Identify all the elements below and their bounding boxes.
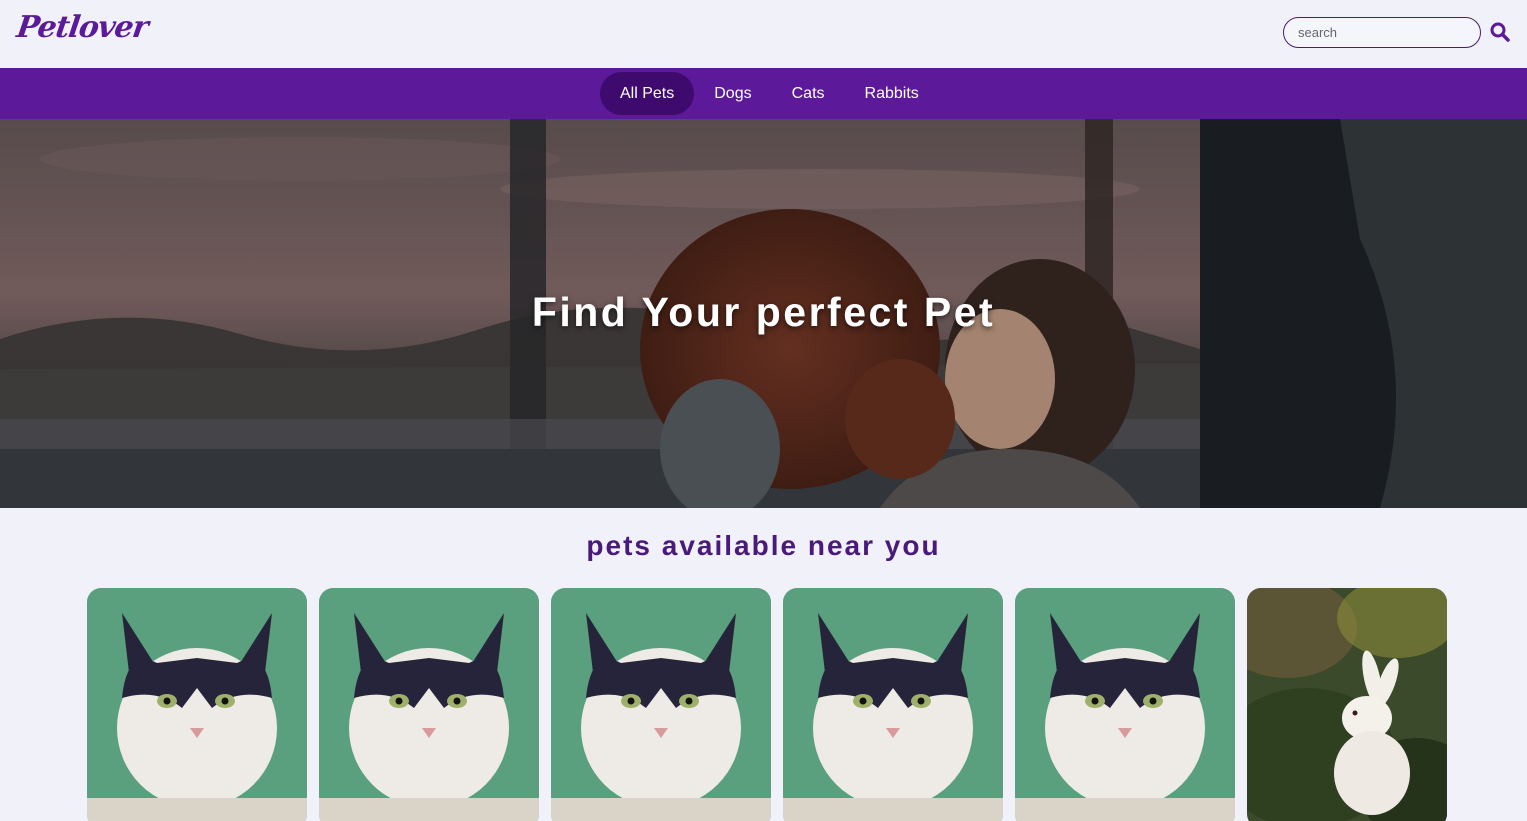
- nav-item-cats[interactable]: Cats: [772, 72, 845, 115]
- nav-item-all-pets[interactable]: All Pets: [600, 72, 695, 115]
- pet-image: [783, 588, 1003, 821]
- pet-card[interactable]: [87, 588, 307, 821]
- nav-item-rabbits[interactable]: Rabbits: [845, 72, 939, 115]
- search-button[interactable]: [1489, 21, 1511, 43]
- hero-title: Find Your perfect Pet: [531, 289, 996, 335]
- pet-card[interactable]: [1247, 588, 1447, 821]
- pet-card[interactable]: [1015, 588, 1235, 821]
- site-logo[interactable]: Petlover: [15, 10, 150, 45]
- search-box: [1283, 17, 1481, 48]
- hero-banner: Find Your perfect Pet: [0, 119, 1527, 508]
- pet-card[interactable]: [319, 588, 539, 821]
- category-nav: All Pets Dogs Cats Rabbits: [0, 68, 1527, 119]
- pet-card[interactable]: [551, 588, 771, 821]
- nav-item-dogs[interactable]: Dogs: [694, 72, 771, 115]
- search-icon: [1490, 22, 1510, 42]
- pet-card[interactable]: [783, 588, 1003, 821]
- pet-image: [87, 588, 307, 821]
- search-input[interactable]: [1283, 17, 1481, 48]
- pet-image: [1247, 588, 1447, 821]
- section-title: pets available near you: [586, 530, 941, 561]
- pet-image: [319, 588, 539, 821]
- pet-image: [1015, 588, 1235, 821]
- site-header: Petlover: [0, 0, 1527, 68]
- pet-image: [551, 588, 771, 821]
